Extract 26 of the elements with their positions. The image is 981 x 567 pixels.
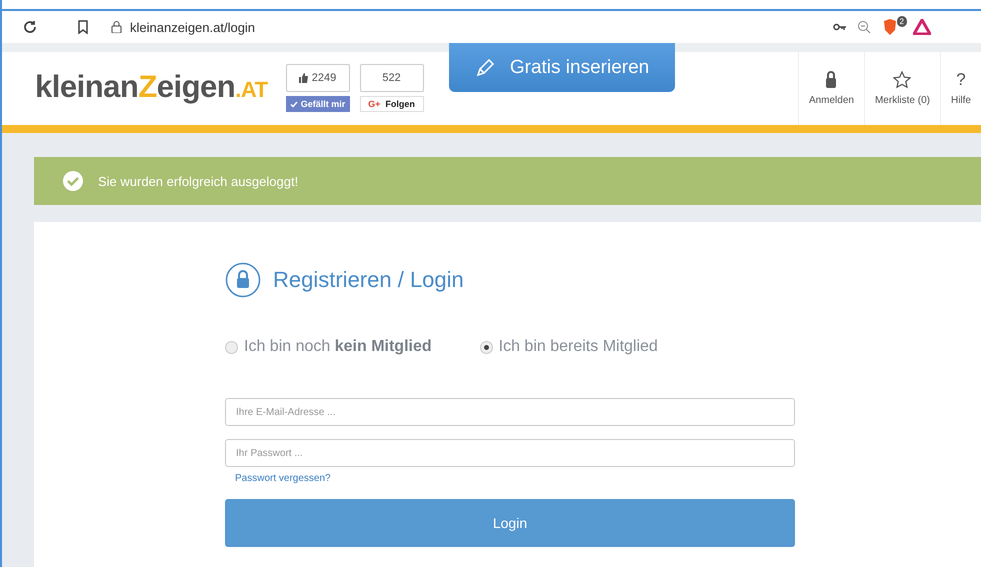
thumbs-up-icon <box>298 73 309 83</box>
like-count: 2249 <box>286 64 350 92</box>
lock-icon <box>225 262 261 298</box>
email-field[interactable]: Ihre E-Mail-Adresse ... <box>225 398 795 426</box>
pencil-icon <box>474 56 496 78</box>
check-icon <box>62 170 84 192</box>
zoom-icon[interactable] <box>857 20 871 34</box>
lock-icon <box>111 21 122 33</box>
key-icon[interactable] <box>833 22 847 32</box>
password-field[interactable]: Ihr Passwort ... <box>225 439 795 467</box>
shield-icon[interactable] <box>881 18 899 36</box>
banner-message: Sie wurden erfolgreich ausgeloggt! <box>98 174 298 188</box>
member-radio[interactable]: Ich bin noch kein Mitglied <box>225 338 432 356</box>
like-button[interactable]: Gefällt mir <box>286 96 350 112</box>
count-badge: 2 <box>896 16 907 27</box>
follower-count: 522 <box>360 64 424 92</box>
page-title: Registrieren / Login <box>273 267 464 293</box>
lock-icon <box>825 71 838 89</box>
site-logo[interactable]: kleinanZeigen.AT <box>35 68 268 104</box>
star-icon <box>893 71 912 89</box>
reload-icon[interactable] <box>22 19 38 35</box>
forgot-password-link[interactable]: Passwort vergessen? <box>235 473 331 484</box>
follow-button[interactable]: G+ Folgen <box>360 96 424 112</box>
address-url[interactable]: kleinanzeigen.at/login <box>130 20 256 34</box>
check-icon <box>290 100 298 108</box>
triangle-icon[interactable] <box>913 19 931 35</box>
